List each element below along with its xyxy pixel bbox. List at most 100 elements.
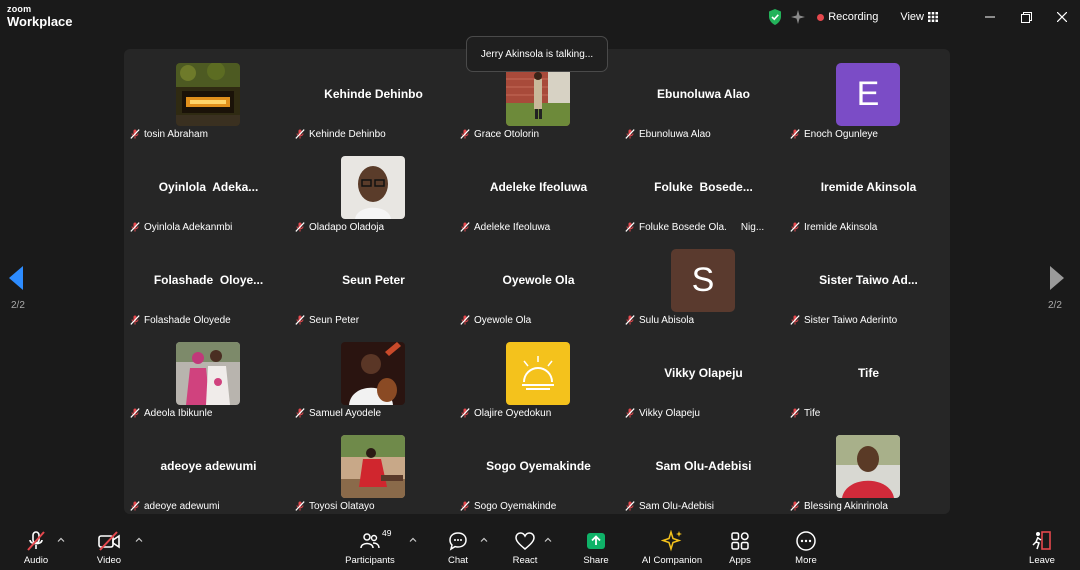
react-options-chevron-icon[interactable] [544,536,552,544]
participant-tile[interactable]: Samuel Ayodele [291,328,456,421]
participant-display-name: Seun Peter [342,273,405,287]
participant-tile[interactable]: E Enoch Ogunleye [786,49,951,142]
participant-name: Samuel Ayodele [309,407,382,419]
muted-mic-icon [295,129,305,139]
participant-name: Oyewole Ola [474,314,532,326]
ai-sparkle-icon[interactable] [791,10,806,24]
share-button[interactable]: Share [566,530,626,568]
participant-avatar [506,63,570,126]
participant-name-label: Sam Olu-Adebisi [625,499,714,513]
muted-mic-icon [625,408,635,418]
participant-display-name: Sister Taiwo Ad... [819,273,918,287]
participant-tile[interactable]: Adeola Ibikunle [126,328,291,421]
participant-tile[interactable]: Toyosi Olatayo [291,421,456,514]
grid-icon [928,12,938,22]
participant-name: Sister Taiwo Aderinto [804,314,898,326]
man-with-glasses-photo [341,156,405,219]
muted-mic-icon [790,501,800,511]
participants-button[interactable]: 49 Participants [340,528,400,568]
participant-tile[interactable]: Kehinde Dehinbo Kehinde Dehinbo [291,49,456,142]
muted-mic-icon [625,501,635,511]
participant-display-name: Oyewole Ola [502,273,575,287]
participant-name-extra: Nig... [740,221,765,233]
apps-button[interactable]: Apps [710,530,770,568]
security-shield-icon[interactable] [768,9,782,25]
participant-tile[interactable]: Seun Peter Seun Peter [291,235,456,328]
muted-mic-icon [460,129,470,139]
close-button[interactable] [1044,8,1080,26]
participant-tile[interactable]: adeoye adewumi adeoye adewumi [126,421,291,514]
participant-tile[interactable]: Blessing Akinrinola [786,421,951,514]
share-screen-icon [587,533,605,549]
participant-name: Olajire Oyedokun [474,407,552,419]
participant-name-label: Grace Otolorin [460,127,539,141]
view-button[interactable]: View [900,11,938,23]
participant-tile[interactable]: Tife Tife [786,328,951,421]
participant-avatar [176,63,240,126]
participant-tile[interactable]: Oyinlola Adeka... Oyinlola Adekanmbi [126,142,291,235]
participant-tile[interactable]: Sam Olu-Adebisi Sam Olu-Adebisi [621,421,786,514]
participant-tile[interactable]: Oladapo Oladoja [291,142,456,235]
participant-tile[interactable]: Olajire Oyedokun [456,328,621,421]
participant-avatar [836,435,900,498]
participant-tile[interactable]: Sogo Oyemakinde Sogo Oyemakinde [456,421,621,514]
muted-mic-icon [790,222,800,232]
muted-mic-icon [295,222,305,232]
maximize-button[interactable] [1008,8,1044,26]
participant-name-label: Oyewole Ola [460,313,531,327]
participant-name: Grace Otolorin [474,128,540,140]
chat-button[interactable]: Chat [428,530,488,568]
previous-page-arrow-icon[interactable] [9,266,23,290]
yellow-logo-photo [506,342,570,405]
leave-door-icon [1032,531,1051,550]
participant-tile[interactable]: Folashade Oloye... Folashade Oloyede [126,235,291,328]
apps-grid-icon [731,532,749,550]
participant-name: Oyinlola Adekanmbi [144,221,233,233]
participant-display-name: Sogo Oyemakinde [486,459,591,473]
next-page-arrow-icon[interactable] [1050,266,1064,290]
muted-mic-icon [790,315,800,325]
video-camera-off-icon [98,531,120,551]
fireplace-photo [176,63,240,126]
muted-mic-icon [790,408,800,418]
leave-button[interactable]: Leave [1012,530,1072,568]
participant-tile[interactable]: Sister Taiwo Ad... Sister Taiwo Aderinto [786,235,951,328]
recording-dot-icon [817,13,825,21]
audio-options-chevron-icon[interactable] [57,536,65,544]
participant-tile[interactable]: S Sulu Abisola [621,235,786,328]
ai-companion-button[interactable]: AI Companion [642,530,702,568]
chat-options-chevron-icon[interactable] [480,536,488,544]
participant-tile[interactable]: Foluke Bosede... Foluke Bosede Ola. Nig... [621,142,786,235]
participant-name: Adeleke Ifeoluwa [474,221,551,233]
muted-mic-icon [790,129,800,139]
participant-name-label: Ebunoluwa Alao [625,127,711,141]
participant-tile[interactable]: Iremide Akinsola Iremide Akinsola [786,142,951,235]
participant-name: Vikky Olapeju [639,407,700,419]
muted-mic-icon [130,501,140,511]
more-button[interactable]: More [776,530,836,568]
participant-initial-avatar: S [671,249,735,312]
participant-tile[interactable]: Ebunoluwa Alao Ebunoluwa Alao [621,49,786,142]
participant-display-name: Sam Olu-Adebisi [655,459,752,473]
participant-display-name: Kehinde Dehinbo [324,87,423,101]
participants-options-chevron-icon[interactable] [409,536,417,544]
participant-tile[interactable]: Vikky Olapeju Vikky Olapeju [621,328,786,421]
participant-name-label: Toyosi Olatayo [295,499,375,513]
video-options-chevron-icon[interactable] [135,536,143,544]
page-indicator-right: 2/2 [1048,300,1062,311]
recording-label[interactable]: Recording [828,11,878,23]
leave-label: Leave [1029,555,1055,566]
participant-name: Foluke Bosede Ola. [639,221,727,233]
participant-tile[interactable]: Oyewole Ola Oyewole Ola [456,235,621,328]
brand-line-2: Workplace [7,14,73,29]
audio-label: Audio [23,555,49,566]
participant-name: Toyosi Olatayo [309,500,375,512]
close-icon [1057,12,1067,22]
video-button[interactable]: Video [79,530,139,568]
participant-display-name: Vikky Olapeju [664,366,743,380]
participant-tile[interactable]: Adeleke Ifeoluwa Adeleke Ifeoluwa [456,142,621,235]
participant-tile[interactable]: tosin Abraham [126,49,291,142]
minimize-button[interactable] [972,8,1008,26]
participant-avatar [506,342,570,405]
participant-name: Kehinde Dehinbo [309,128,386,140]
